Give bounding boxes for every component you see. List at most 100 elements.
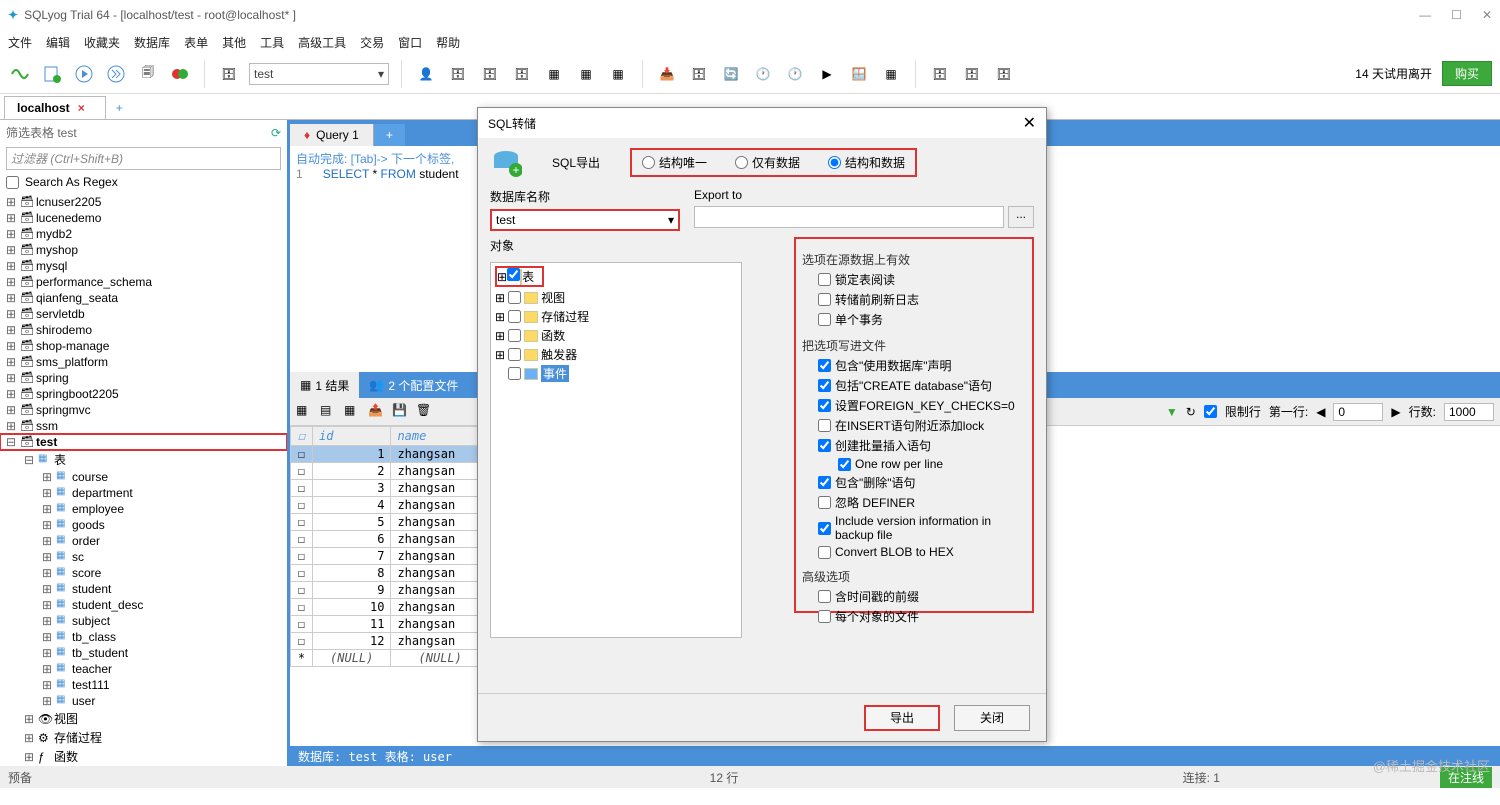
reset-filter-icon[interactable]: ↻ (1186, 405, 1196, 419)
opt-bulk-insert[interactable]: 创建批量插入语句 (804, 437, 1024, 454)
minimize-icon[interactable]: — (1419, 8, 1431, 22)
close-button[interactable]: 关闭 (954, 705, 1030, 731)
format-icon[interactable]: 🗐 (136, 62, 160, 86)
table-node[interactable]: ⊞goods (0, 517, 287, 533)
dialog-close-icon[interactable]: ✕ (1023, 113, 1036, 133)
table-node[interactable]: ⊞department (0, 485, 287, 501)
add-query-tab[interactable]: + (374, 124, 405, 146)
menu-item[interactable]: 工具 (260, 34, 284, 51)
result-tab[interactable]: ▦ 1 结果 (290, 372, 359, 398)
regex-checkbox[interactable] (6, 176, 19, 189)
db-node[interactable]: ⊞qianfeng_seata (0, 290, 287, 306)
limit-checkbox[interactable] (1204, 405, 1217, 418)
prev-page-icon[interactable]: ◀ (1316, 405, 1325, 419)
opt-version-info[interactable]: Include version information in backup fi… (804, 514, 1024, 542)
menu-item[interactable]: 数据库 (134, 34, 170, 51)
opt-use-db[interactable]: 包含"使用数据库"声明 (804, 357, 1024, 374)
table-row[interactable]: ☐4zhangsan (291, 497, 490, 514)
table-row[interactable]: ☐2zhangsan (291, 463, 490, 480)
sync-icon[interactable]: 🔄 (719, 62, 743, 86)
db-node[interactable]: ⊞mydb2 (0, 226, 287, 242)
opt-single-txn[interactable]: 单个事务 (804, 311, 1024, 328)
export-tab-label[interactable]: SQL导出 (552, 154, 600, 171)
opt-lock-tables[interactable]: 锁定表阅读 (804, 271, 1024, 288)
table-node[interactable]: ⊞test111 (0, 677, 287, 693)
table-icon[interactable]: ▦ (574, 62, 598, 86)
object-tree[interactable]: ⊞表 ⊞视图 ⊞存储过程 ⊞函数 ⊞触发器 事件 (490, 262, 742, 638)
table-node[interactable]: ⊞sc (0, 549, 287, 565)
export-button[interactable]: 导出 (864, 705, 940, 731)
text-view-icon[interactable]: ▦ (344, 403, 362, 421)
database-tree[interactable]: ⊞lcnuser2205⊞lucenedemo⊞mydb2⊞myshop⊞mys… (0, 192, 287, 766)
menu-item[interactable]: 窗口 (398, 34, 422, 51)
refresh-icon[interactable] (168, 62, 192, 86)
backup-icon[interactable]: 🗄 (928, 62, 952, 86)
form-view-icon[interactable]: ▤ (320, 403, 338, 421)
new-connection-icon[interactable] (8, 62, 32, 86)
close-icon[interactable]: ✕ (1482, 8, 1492, 22)
save-icon[interactable]: 💾 (392, 403, 410, 421)
table-row[interactable]: ☐5zhangsan (291, 514, 490, 531)
table-row[interactable]: ☐1zhangsan (291, 446, 490, 463)
db-node[interactable]: ⊞servletdb (0, 306, 287, 322)
object-folder[interactable]: ⊞ƒ函数 (0, 747, 287, 766)
database-combo[interactable]: test▾ (249, 63, 389, 85)
table-node[interactable]: ⊞score (0, 565, 287, 581)
table-row[interactable]: ☐10zhangsan (291, 599, 490, 616)
table-row[interactable]: ☐12zhangsan (291, 633, 490, 650)
restore-icon[interactable]: 🗄 (960, 62, 984, 86)
db-node[interactable]: ⊞myshop (0, 242, 287, 258)
table-row[interactable]: ☐9zhangsan (291, 582, 490, 599)
maximize-icon[interactable]: ☐ (1451, 8, 1462, 22)
table-row[interactable]: ☐11zhangsan (291, 616, 490, 633)
db-node[interactable]: ⊞shirodemo (0, 322, 287, 338)
buy-button[interactable]: 购买 (1442, 61, 1492, 86)
table-node[interactable]: ⊞order (0, 533, 287, 549)
export-path-input[interactable] (694, 206, 1004, 228)
table-row[interactable]: ☐3zhangsan (291, 480, 490, 497)
next-page-icon[interactable]: ▶ (1391, 405, 1400, 419)
execute-all-icon[interactable] (104, 62, 128, 86)
menu-item[interactable]: 表单 (184, 34, 208, 51)
close-tab-icon[interactable]: × (78, 101, 85, 115)
rows-input[interactable] (1444, 403, 1494, 421)
opt-file-per-object[interactable]: 每个对象的文件 (804, 608, 1024, 625)
db-node-selected[interactable]: ⊟test (0, 434, 287, 450)
schema-icon[interactable]: ▦ (542, 62, 566, 86)
menu-item[interactable]: 收藏夹 (84, 34, 120, 51)
db-node[interactable]: ⊞ssm (0, 418, 287, 434)
history-icon[interactable]: 🕐 (751, 62, 775, 86)
grid-view-icon[interactable]: ▦ (296, 403, 314, 421)
table-edit-icon[interactable]: ▦ (606, 62, 630, 86)
table-node[interactable]: ⊞user (0, 693, 287, 709)
export-result-icon[interactable]: 📤 (368, 403, 386, 421)
play-icon[interactable]: ▶ (815, 62, 839, 86)
refresh-browser-icon[interactable]: ⟳ (271, 126, 281, 140)
opt-insert-lock[interactable]: 在INSERT语句附近添加lock (804, 417, 1024, 434)
db-node[interactable]: ⊞springboot2205 (0, 386, 287, 402)
radio-structure-and-data[interactable]: 结构和数据 (828, 154, 905, 171)
db-node[interactable]: ⊞sms_platform (0, 354, 287, 370)
menu-item[interactable]: 交易 (360, 34, 384, 51)
table-node[interactable]: ⊞student_desc (0, 597, 287, 613)
maintenance-icon[interactable]: 🗄 (992, 62, 1016, 86)
menu-item[interactable]: 高级工具 (298, 34, 346, 51)
profile-tab[interactable]: 👥 2 个配置文件 (359, 372, 468, 398)
table-node[interactable]: ⊞tb_student (0, 645, 287, 661)
opt-drop[interactable]: 包含"删除"语句 (804, 474, 1024, 491)
delete-icon[interactable]: 🗑 (416, 403, 434, 421)
opt-ignore-definer[interactable]: 忽略 DEFINER (804, 494, 1024, 511)
radio-structure-only[interactable]: 结构唯一 (642, 154, 707, 171)
table-row[interactable]: ☐8zhangsan (291, 565, 490, 582)
table-node[interactable]: ⊞course (0, 469, 287, 485)
browse-button[interactable]: ... (1008, 206, 1034, 228)
opt-create-db[interactable]: 包括"CREATE database"语句 (804, 377, 1024, 394)
object-folder[interactable]: ⊞⚙存储过程 (0, 728, 287, 747)
table-node[interactable]: ⊞student (0, 581, 287, 597)
table-node[interactable]: ⊞employee (0, 501, 287, 517)
add-connection-tab[interactable]: + (106, 97, 133, 119)
schedule-icon[interactable]: 🕐 (783, 62, 807, 86)
menu-item[interactable]: 其他 (222, 34, 246, 51)
first-row-input[interactable] (1333, 403, 1383, 421)
table-row-null[interactable]: *(NULL)(NULL) (291, 650, 490, 667)
